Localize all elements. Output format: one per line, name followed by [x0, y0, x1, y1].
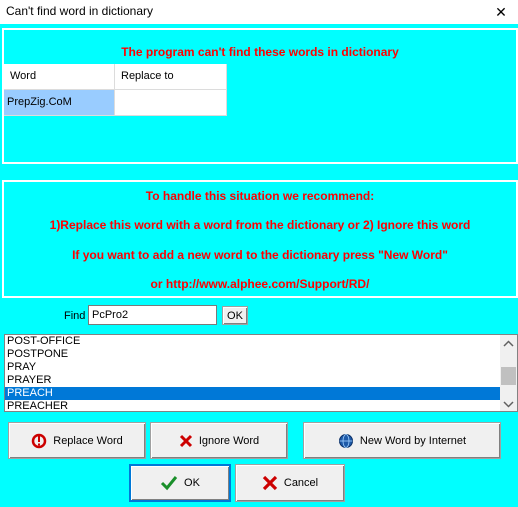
globe-icon: [338, 433, 353, 448]
replace-icon: [32, 433, 47, 448]
list-item-selected[interactable]: PREACH: [5, 387, 500, 400]
cell-replace[interactable]: [115, 90, 227, 116]
cell-word[interactable]: PrepZig.CoM: [4, 90, 115, 116]
ignore-x-icon: [179, 434, 192, 447]
scrollbar-thumb[interactable]: [501, 367, 516, 385]
list-item[interactable]: PREACHER: [5, 400, 517, 413]
cancel-label: Cancel: [283, 477, 319, 489]
find-input[interactable]: [88, 305, 217, 325]
replace-word-label: Replace Word: [53, 434, 123, 447]
ignore-word-button[interactable]: Ignore Word: [150, 422, 288, 459]
cancel-x-icon: [262, 475, 278, 491]
recommend-line-2: 1)Replace this word with a word from the…: [49, 218, 471, 232]
unknown-words-heading: The program can't find these words in di…: [121, 45, 399, 59]
dictionary-list[interactable]: POST-OFFICE POSTPONE PRAY PRAYER PREACH …: [4, 334, 518, 412]
recommend-line-1: To handle this situation we recommend:: [145, 189, 375, 203]
replace-word-button[interactable]: Replace Word: [8, 422, 146, 459]
list-item[interactable]: POSTPONE: [5, 348, 517, 361]
scroll-down-icon[interactable]: [500, 397, 517, 411]
list-item[interactable]: POST-OFFICE: [5, 335, 517, 348]
window-title: Can't find word in dictionary: [6, 4, 154, 18]
list-item[interactable]: PRAYER: [5, 374, 517, 387]
column-header-word[interactable]: Word: [4, 64, 115, 90]
find-ok-label: OK: [227, 309, 243, 322]
recommend-line-4: or http://www.alphee.com/Support/RD/: [150, 277, 370, 291]
ignore-word-label: Ignore Word: [198, 434, 260, 447]
scroll-up-icon[interactable]: [500, 337, 517, 351]
words-grid[interactable]: Word Replace to PrepZig.CoM: [4, 64, 227, 116]
cancel-button[interactable]: Cancel: [235, 464, 345, 502]
find-label: Find: [64, 310, 86, 322]
close-icon: ✕: [495, 4, 507, 20]
list-scrollbar[interactable]: [500, 335, 517, 411]
new-word-internet-button[interactable]: New Word by Internet: [303, 422, 501, 459]
ok-button[interactable]: OK: [129, 464, 231, 502]
list-item[interactable]: PRAY: [5, 361, 517, 374]
close-button[interactable]: ✕: [490, 2, 512, 22]
recommend-line-3: If you want to add a new word to the dic…: [72, 248, 448, 262]
ok-label: OK: [184, 477, 200, 489]
checkmark-icon: [160, 476, 178, 491]
new-word-label: New Word by Internet: [359, 434, 467, 447]
find-ok-button[interactable]: OK: [222, 306, 248, 325]
column-header-replace[interactable]: Replace to: [115, 64, 227, 90]
